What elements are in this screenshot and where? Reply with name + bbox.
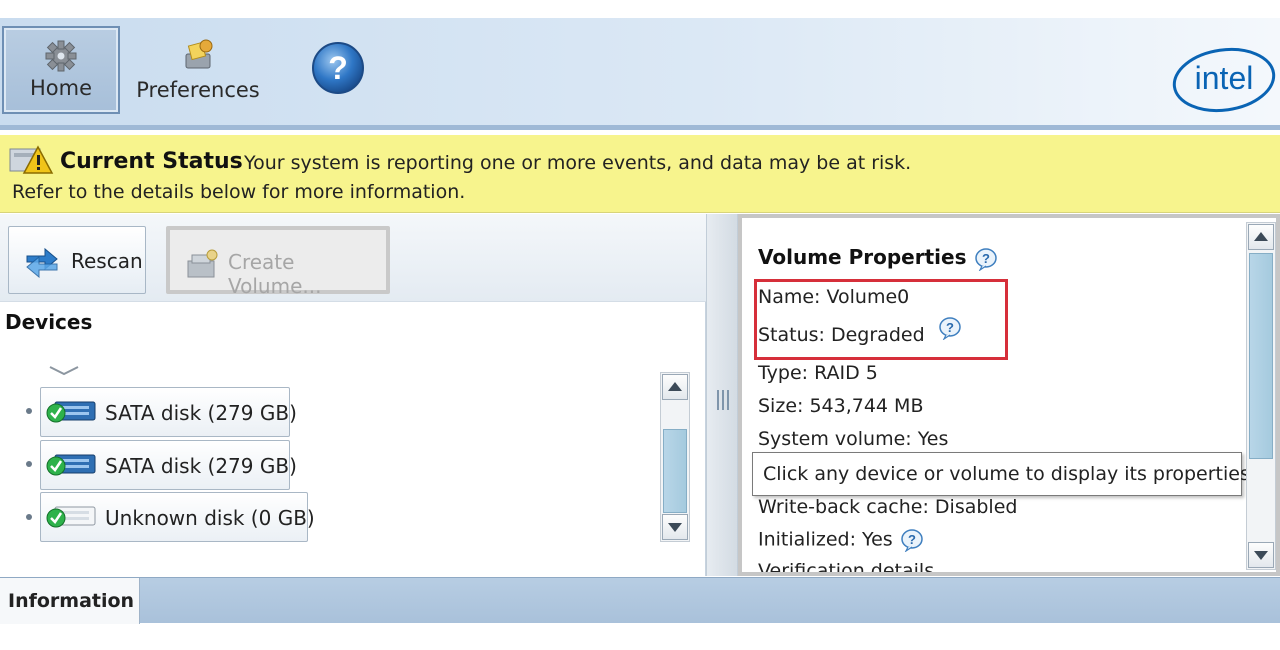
tree-expand-icon[interactable] bbox=[46, 364, 82, 378]
devices-scrollbar[interactable] bbox=[660, 372, 690, 542]
intel-logo: intel bbox=[1172, 47, 1276, 113]
disk-ok-icon bbox=[46, 454, 96, 476]
properties-scrollbar[interactable] bbox=[1246, 222, 1276, 570]
disk-unknown-icon bbox=[46, 506, 96, 528]
create-volume-label: Create Volume... bbox=[228, 250, 322, 298]
device-item-sata-1[interactable]: SATA disk (279 GB) bbox=[40, 387, 297, 437]
devices-title: Devices bbox=[5, 310, 93, 334]
gear-icon bbox=[45, 40, 77, 72]
scroll-thumb[interactable] bbox=[1249, 253, 1273, 459]
pane-splitter[interactable] bbox=[706, 214, 738, 576]
tree-bullet bbox=[26, 461, 32, 467]
tree-bullet bbox=[26, 408, 32, 414]
preferences-icon bbox=[185, 39, 213, 69]
main-toolbar: Home Preferences ? intel bbox=[0, 18, 1280, 130]
help-icon[interactable]: ? bbox=[310, 40, 366, 96]
device-label: SATA disk (279 GB) bbox=[105, 454, 297, 478]
properties-tooltip: Click any device or volume to display it… bbox=[752, 452, 1256, 496]
volume-status: Status: Degraded bbox=[758, 324, 925, 346]
svg-text:?: ? bbox=[328, 50, 348, 86]
create-volume-button[interactable]: Create Volume... bbox=[166, 226, 390, 298]
devices-pane: Rescan Create Volume... Devices SATA dis… bbox=[0, 214, 706, 576]
status-message: Your system is reporting one or more eve… bbox=[244, 152, 912, 174]
volume-size: Size: 543,744 MB bbox=[758, 395, 924, 417]
device-item-unknown[interactable]: Unknown disk (0 GB) bbox=[40, 492, 315, 542]
volume-status-row: Status: Degraded ? bbox=[758, 316, 963, 346]
svg-text:?: ? bbox=[946, 320, 954, 335]
device-item-sata-2[interactable]: SATA disk (279 GB) bbox=[40, 440, 297, 490]
volume-verification: Verification details bbox=[758, 560, 935, 576]
svg-text:?: ? bbox=[982, 251, 990, 266]
create-volume-icon bbox=[187, 249, 218, 278]
intel-brand-text: intel bbox=[1195, 60, 1254, 96]
volume-properties-title-text: Volume Properties bbox=[758, 245, 967, 269]
tab-information[interactable]: Information bbox=[0, 578, 140, 624]
scroll-up-button[interactable] bbox=[662, 374, 688, 400]
volume-type: Type: RAID 5 bbox=[758, 362, 878, 384]
svg-text:?: ? bbox=[908, 532, 916, 547]
preferences-label: Preferences bbox=[136, 78, 260, 102]
chevron-down-icon bbox=[1254, 551, 1268, 560]
scroll-thumb[interactable] bbox=[663, 429, 687, 513]
device-label: Unknown disk (0 GB) bbox=[105, 506, 315, 530]
volume-name: Name: Volume0 bbox=[758, 286, 910, 308]
volume-write-back-cache-row: Write-back cache: Disabled bbox=[758, 496, 1017, 518]
information-strip: Information bbox=[0, 577, 1280, 624]
help-bubble-icon[interactable]: ? bbox=[973, 247, 999, 271]
help-bubble-icon[interactable]: ? bbox=[899, 528, 925, 552]
disk-ok-icon bbox=[46, 401, 96, 423]
status-title: Current Status bbox=[60, 149, 243, 174]
volume-properties-pane: Volume Properties ? Name: Volume0 Status… bbox=[738, 214, 1280, 576]
chevron-up-icon bbox=[1254, 232, 1268, 241]
device-label: SATA disk (279 GB) bbox=[105, 401, 297, 425]
preferences-button[interactable]: Preferences bbox=[130, 26, 266, 114]
volume-write-back-cache: Write-back cache: Disabled bbox=[758, 496, 1018, 518]
home-label: Home bbox=[29, 76, 92, 100]
chevron-up-icon bbox=[668, 382, 682, 391]
tree-bullet bbox=[26, 514, 32, 520]
status-message-detail: Refer to the details below for more info… bbox=[12, 181, 466, 203]
rescan-button[interactable]: Rescan bbox=[8, 226, 146, 294]
volume-initialized: Initialized: Yes bbox=[758, 528, 893, 551]
chevron-down-icon bbox=[668, 523, 682, 532]
scroll-down-button[interactable] bbox=[662, 514, 688, 540]
current-status-bar: Current Status Your system is reporting … bbox=[0, 135, 1280, 213]
home-button[interactable]: Home bbox=[2, 26, 120, 114]
rescan-icon bbox=[26, 247, 58, 278]
volume-system: System volume: Yes bbox=[758, 428, 949, 450]
volume-properties-title: Volume Properties ? bbox=[758, 245, 999, 271]
warning-icon bbox=[9, 145, 54, 174]
volume-initialized-row: Initialized: Yes ? bbox=[758, 528, 925, 552]
scroll-up-button[interactable] bbox=[1248, 224, 1274, 250]
action-bar: Rescan Create Volume... bbox=[0, 214, 706, 302]
scroll-down-button[interactable] bbox=[1248, 542, 1274, 568]
grip-handle-icon bbox=[717, 390, 729, 410]
help-bubble-icon[interactable]: ? bbox=[937, 316, 963, 340]
rescan-label: Rescan bbox=[71, 249, 143, 273]
